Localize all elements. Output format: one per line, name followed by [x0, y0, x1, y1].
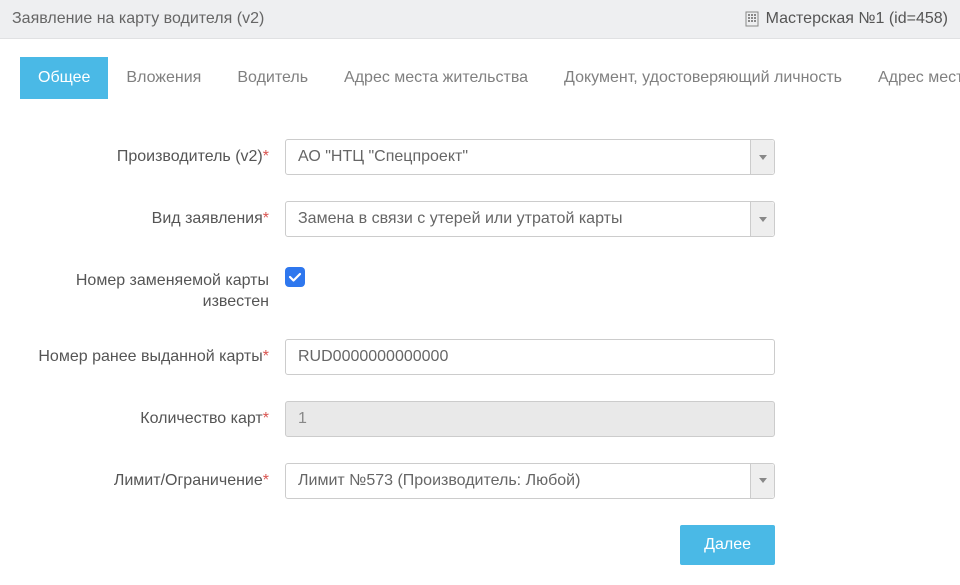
page-header: Заявление на карту водителя (v2) Мастерс… [0, 0, 960, 39]
workshop-label: Мастерская №1 (id=458) [766, 10, 948, 28]
replaced-card-known-checkbox[interactable] [285, 267, 305, 287]
previous-card-number-input[interactable] [285, 339, 775, 375]
tab-registration-address[interactable]: Адрес места регистрации [860, 57, 960, 99]
card-quantity-input [285, 401, 775, 437]
chevron-down-icon [750, 464, 774, 498]
field-application-type: Вид заявления* Замена в связи с утерей и… [20, 201, 940, 237]
required-asterisk: * [263, 210, 269, 227]
manufacturer-select[interactable]: АО "НТЦ "Спецпроект" [285, 139, 775, 175]
building-icon [744, 11, 760, 27]
limit-value: Лимит №573 (Производитель: Любой) [298, 472, 580, 489]
check-icon [288, 270, 302, 284]
field-replaced-card-known: Номер заменяемой карты известен [20, 263, 940, 313]
tab-identity-document[interactable]: Документ, удостоверяющий личность [546, 57, 860, 99]
application-type-value: Замена в связи с утерей или утратой карт… [298, 210, 622, 227]
chevron-down-icon [750, 202, 774, 236]
chevron-down-icon [750, 140, 774, 174]
next-button[interactable]: Далее [680, 525, 775, 565]
page-title: Заявление на карту водителя (v2) [12, 10, 264, 28]
previous-card-number-label: Номер ранее выданной карты* [20, 339, 285, 368]
replaced-card-known-label: Номер заменяемой карты известен [20, 263, 285, 313]
application-type-select[interactable]: Замена в связи с утерей или утратой карт… [285, 201, 775, 237]
limit-select[interactable]: Лимит №573 (Производитель: Любой) [285, 463, 775, 499]
tab-driver[interactable]: Водитель [219, 57, 326, 99]
field-previous-card-number: Номер ранее выданной карты* [20, 339, 940, 375]
required-asterisk: * [263, 472, 269, 489]
tab-attachments[interactable]: Вложения [108, 57, 219, 99]
field-card-quantity: Количество карт* [20, 401, 940, 437]
manufacturer-value: АО "НТЦ "Спецпроект" [298, 148, 468, 165]
required-asterisk: * [263, 148, 269, 165]
application-type-label: Вид заявления* [20, 201, 285, 230]
manufacturer-label: Производитель (v2)* [20, 139, 285, 168]
required-asterisk: * [263, 348, 269, 365]
button-row: Далее [20, 525, 775, 565]
required-asterisk: * [263, 410, 269, 427]
workshop-info: Мастерская №1 (id=458) [744, 10, 948, 28]
limit-label: Лимит/Ограничение* [20, 463, 285, 492]
tabs-nav: Общее Вложения Водитель Адрес места жите… [0, 39, 960, 99]
form-general: Производитель (v2)* АО "НТЦ "Спецпроект"… [0, 99, 960, 585]
tab-residence-address[interactable]: Адрес места жительства [326, 57, 546, 99]
field-manufacturer: Производитель (v2)* АО "НТЦ "Спецпроект" [20, 139, 940, 175]
field-limit: Лимит/Ограничение* Лимит №573 (Производи… [20, 463, 940, 499]
tab-general[interactable]: Общее [20, 57, 108, 99]
card-quantity-label: Количество карт* [20, 401, 285, 430]
